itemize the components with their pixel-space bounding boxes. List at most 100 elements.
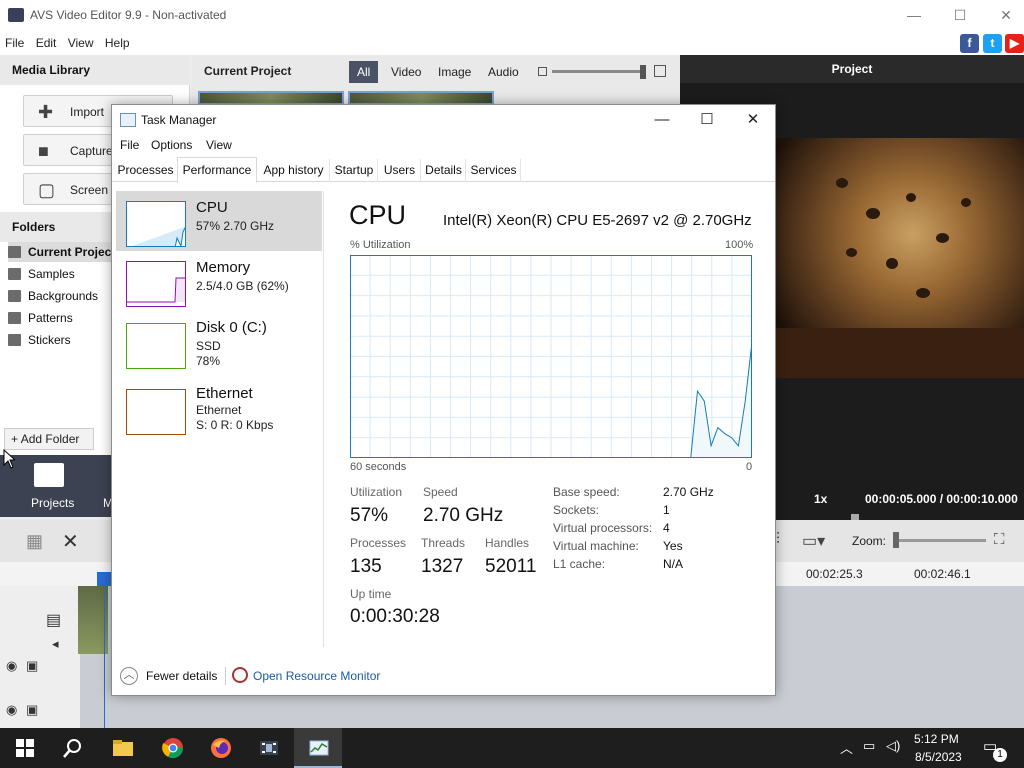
current-project-panel: Current Project All Video Image Audio xyxy=(192,55,680,105)
twitter-icon[interactable]: t xyxy=(983,34,1002,53)
folder-samples[interactable]: Samples xyxy=(8,264,75,284)
resource-cpu[interactable]: CPU 57% 2.70 GHz xyxy=(116,191,322,251)
close-icon[interactable]: ✕ xyxy=(740,109,766,131)
track-headers: ▤ ◂ ◉ ▣ ◉ ▣ xyxy=(0,586,80,728)
film-icon xyxy=(260,741,278,755)
clapperboard-icon xyxy=(34,463,64,487)
filter-audio[interactable]: Audio xyxy=(480,61,527,83)
chrome-button[interactable] xyxy=(148,728,196,768)
threads-value: 1327 xyxy=(421,556,464,577)
tab-details[interactable]: Details xyxy=(422,159,466,182)
resource-disk[interactable]: Disk 0 (C:) SSD 78% xyxy=(116,313,322,373)
avs-video-editor-button[interactable] xyxy=(244,728,292,768)
media-thumbnail[interactable] xyxy=(198,91,344,105)
cpu-heading: CPU xyxy=(349,200,407,230)
disk-mini-graph xyxy=(126,323,186,369)
volume-icon[interactable]: ◁) xyxy=(886,738,900,754)
thumb-size-small-icon[interactable] xyxy=(538,67,547,76)
menu-edit[interactable]: Edit xyxy=(36,31,57,55)
menu-options[interactable]: Options xyxy=(151,138,192,152)
resource-name: Memory xyxy=(196,259,251,276)
folder-patterns[interactable]: Patterns xyxy=(8,308,73,328)
file-explorer-button[interactable] xyxy=(98,728,146,768)
menu-view[interactable]: View xyxy=(68,31,94,55)
preview-video-frame xyxy=(776,138,1024,378)
filter-video[interactable]: Video xyxy=(383,61,429,83)
open-resource-monitor-link[interactable]: Open Resource Monitor xyxy=(253,669,380,683)
playback-speed[interactable]: 1x xyxy=(814,492,827,506)
resource-monitor-icon[interactable] xyxy=(232,667,248,683)
minimize-icon[interactable]: — xyxy=(649,109,675,131)
plus-icon: + xyxy=(11,432,21,446)
storyboard-icon[interactable]: ▦ xyxy=(26,531,43,552)
menu-help[interactable]: Help xyxy=(105,31,130,55)
close-icon[interactable]: ✕ xyxy=(994,5,1018,25)
menu-file[interactable]: File xyxy=(5,31,24,55)
equalizer-icon[interactable]: ⫶ xyxy=(776,531,780,549)
taskbar-clock-date[interactable]: 8/5/2023 xyxy=(915,750,962,764)
ruler-time: 00:02:25.3 xyxy=(806,567,863,581)
tab-startup[interactable]: Startup xyxy=(331,159,378,182)
monitor-icon[interactable]: ▭▾ xyxy=(802,531,825,551)
folder-stickers[interactable]: Stickers xyxy=(8,330,71,350)
spec-value: 2.70 GHz xyxy=(663,485,714,499)
zoom-label: Zoom: xyxy=(852,534,887,548)
menu-file[interactable]: File xyxy=(120,138,139,152)
facebook-icon[interactable]: f xyxy=(960,34,979,53)
add-folder-button[interactable]: + Add Folder xyxy=(4,428,94,450)
tab-performance[interactable]: Performance xyxy=(177,157,257,183)
resource-list: CPU 57% 2.70 GHz Memory 2.5/4.0 GB (62%)… xyxy=(116,191,322,651)
lock-icon[interactable]: ▣ xyxy=(26,658,38,674)
utilization-value: 57% xyxy=(350,505,389,526)
playhead[interactable] xyxy=(97,572,111,586)
playhead-line xyxy=(104,586,105,728)
thumb-size-slider-handle[interactable] xyxy=(640,65,646,79)
resource-memory[interactable]: Memory 2.5/4.0 GB (62%) xyxy=(116,253,322,313)
zoom-slider[interactable] xyxy=(896,539,986,542)
resource-detail: 2.5/4.0 GB (62%) xyxy=(196,279,289,293)
task-manager-button[interactable] xyxy=(294,728,342,768)
projects-button[interactable]: Projects xyxy=(31,496,74,510)
firefox-button[interactable] xyxy=(196,728,244,768)
thumb-size-slider[interactable] xyxy=(552,70,644,73)
chevron-up-icon[interactable]: ︿ xyxy=(120,667,138,685)
pane-divider[interactable] xyxy=(323,191,324,647)
avs-titlebar: AVS Video Editor 9.9 - Non-activated — ☐… xyxy=(0,0,1024,31)
maximize-icon[interactable]: ☐ xyxy=(948,5,972,25)
filter-all[interactable]: All xyxy=(349,61,379,83)
spec-key: Base speed: xyxy=(553,485,620,499)
lock-icon[interactable]: ▣ xyxy=(26,702,38,718)
youtube-icon[interactable]: ▶ xyxy=(1005,34,1024,53)
delete-icon[interactable]: ✕ xyxy=(62,529,79,554)
tab-services[interactable]: Services xyxy=(467,159,521,182)
folder-backgrounds[interactable]: Backgrounds xyxy=(8,286,98,306)
start-button[interactable] xyxy=(0,728,48,768)
fewer-details-link[interactable]: Fewer details xyxy=(146,669,217,683)
minimize-icon[interactable]: — xyxy=(902,5,926,25)
graph-grid xyxy=(350,255,752,458)
thumb-size-large-icon[interactable] xyxy=(654,65,666,77)
tab-processes[interactable]: Processes xyxy=(114,159,178,182)
chevron-up-icon[interactable]: ︿ xyxy=(840,738,853,757)
network-icon[interactable]: ▭ xyxy=(863,738,875,754)
zoom-slider-handle[interactable] xyxy=(893,532,899,548)
speed-label: Speed xyxy=(423,485,458,499)
fit-to-window-icon[interactable]: ⛶ xyxy=(994,531,1005,548)
filter-image[interactable]: Image xyxy=(430,61,479,83)
memory-mini-graph xyxy=(126,261,186,307)
search-button[interactable] xyxy=(48,728,96,768)
taskbar-clock-time[interactable]: 5:12 PM xyxy=(914,732,959,746)
eye-icon[interactable]: ◉ xyxy=(6,658,17,674)
menu-view[interactable]: View xyxy=(206,138,232,152)
eye-icon[interactable]: ◉ xyxy=(6,702,17,718)
tab-users[interactable]: Users xyxy=(379,159,421,182)
cpu-model: Intel(R) Xeon(R) CPU E5-2697 v2 @ 2.70GH… xyxy=(443,212,752,229)
spec-key: Virtual machine: xyxy=(553,539,639,553)
task-manager-icon xyxy=(120,113,136,127)
media-thumbnail[interactable] xyxy=(348,91,494,105)
maximize-icon[interactable]: ☐ xyxy=(694,109,720,131)
mute-icon[interactable]: ◂ xyxy=(52,636,59,652)
resource-ethernet[interactable]: Ethernet Ethernet S: 0 R: 0 Kbps xyxy=(116,379,322,439)
spec-value: N/A xyxy=(663,557,684,571)
tab-app-history[interactable]: App history xyxy=(258,159,330,182)
